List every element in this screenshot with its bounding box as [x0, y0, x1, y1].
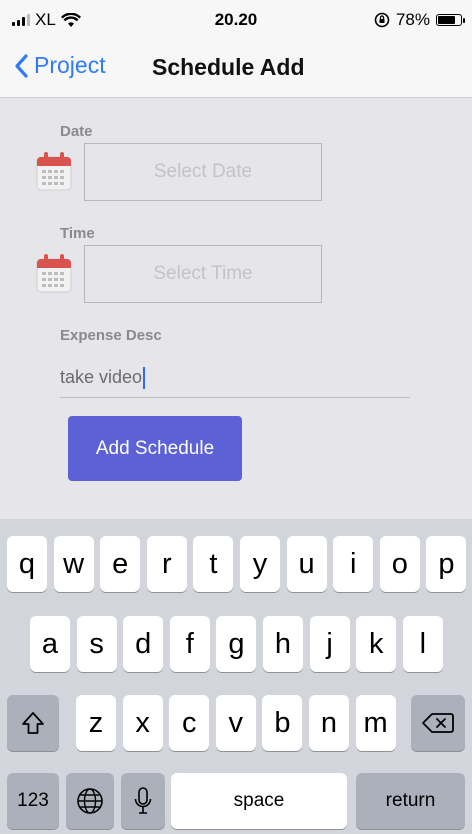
shift-icon — [22, 712, 44, 734]
key-m[interactable]: m — [355, 695, 396, 751]
key-x[interactable]: x — [122, 695, 163, 751]
key-q[interactable]: q — [7, 536, 47, 592]
delete-key[interactable] — [411, 695, 465, 751]
key-f[interactable]: f — [169, 616, 210, 672]
return-key[interactable]: return — [356, 773, 465, 829]
time-label: Time — [60, 225, 95, 242]
key-e[interactable]: e — [100, 536, 141, 592]
key-w[interactable]: w — [53, 536, 94, 592]
key-p[interactable]: p — [426, 536, 467, 592]
key-j[interactable]: j — [309, 616, 350, 672]
text-caret — [143, 366, 146, 389]
battery-fill — [438, 16, 456, 24]
key-t[interactable]: t — [193, 536, 234, 592]
key-l[interactable]: l — [402, 616, 443, 672]
key-o[interactable]: o — [379, 536, 420, 592]
expense-desc-input[interactable]: take video — [60, 358, 410, 398]
space-key[interactable]: space — [171, 773, 347, 829]
shift-key[interactable] — [7, 695, 59, 751]
key-c[interactable]: c — [169, 695, 210, 751]
navigation-bar: Project Schedule Add — [0, 40, 472, 98]
key-v[interactable]: v — [215, 695, 256, 751]
date-label: Date — [60, 123, 93, 140]
keyboard: 123 space return qwertyuiop asdfghjkl zxcv… — [0, 519, 472, 834]
key-k[interactable]: k — [356, 616, 397, 672]
key-y[interactable]: y — [240, 536, 280, 592]
back-button-label: Project — [34, 52, 106, 78]
back-button[interactable]: Project — [14, 52, 106, 79]
key-g[interactable]: g — [216, 616, 257, 672]
add-schedule-button[interactable]: Add Schedule — [68, 416, 242, 481]
key-b[interactable]: b — [262, 695, 303, 751]
lock-rotation-icon — [374, 12, 390, 28]
calendar-icon[interactable] — [36, 253, 72, 293]
status-bar: XL 20.20 78% — [0, 0, 472, 40]
microphone-key[interactable] — [121, 773, 165, 829]
numbers-key[interactable]: 123 — [7, 773, 59, 829]
key-u[interactable]: u — [286, 536, 327, 592]
page-title: Schedule Add — [152, 54, 305, 80]
delete-icon — [422, 713, 454, 733]
battery-icon — [436, 14, 465, 26]
expense-desc-value: take video — [60, 367, 143, 387]
date-picker[interactable]: Select Date — [84, 143, 322, 201]
status-right: 78% — [374, 10, 465, 30]
key-i[interactable]: i — [333, 536, 374, 592]
key-r[interactable]: r — [146, 536, 187, 592]
expense-desc-label: Expense Desc — [60, 327, 162, 344]
key-z[interactable]: z — [76, 695, 116, 751]
time-picker[interactable]: Select Time — [84, 245, 322, 303]
key-a[interactable]: a — [30, 616, 70, 672]
calendar-icon[interactable] — [36, 151, 72, 191]
globe-icon — [77, 788, 103, 814]
key-d[interactable]: d — [123, 616, 164, 672]
globe-key[interactable] — [66, 773, 114, 829]
battery-percent: 78% — [395, 10, 430, 29]
key-s[interactable]: s — [76, 616, 117, 672]
back-chevron-icon — [15, 53, 28, 78]
key-h[interactable]: h — [263, 616, 303, 672]
microphone-icon — [134, 787, 152, 814]
key-n[interactable]: n — [309, 695, 349, 751]
